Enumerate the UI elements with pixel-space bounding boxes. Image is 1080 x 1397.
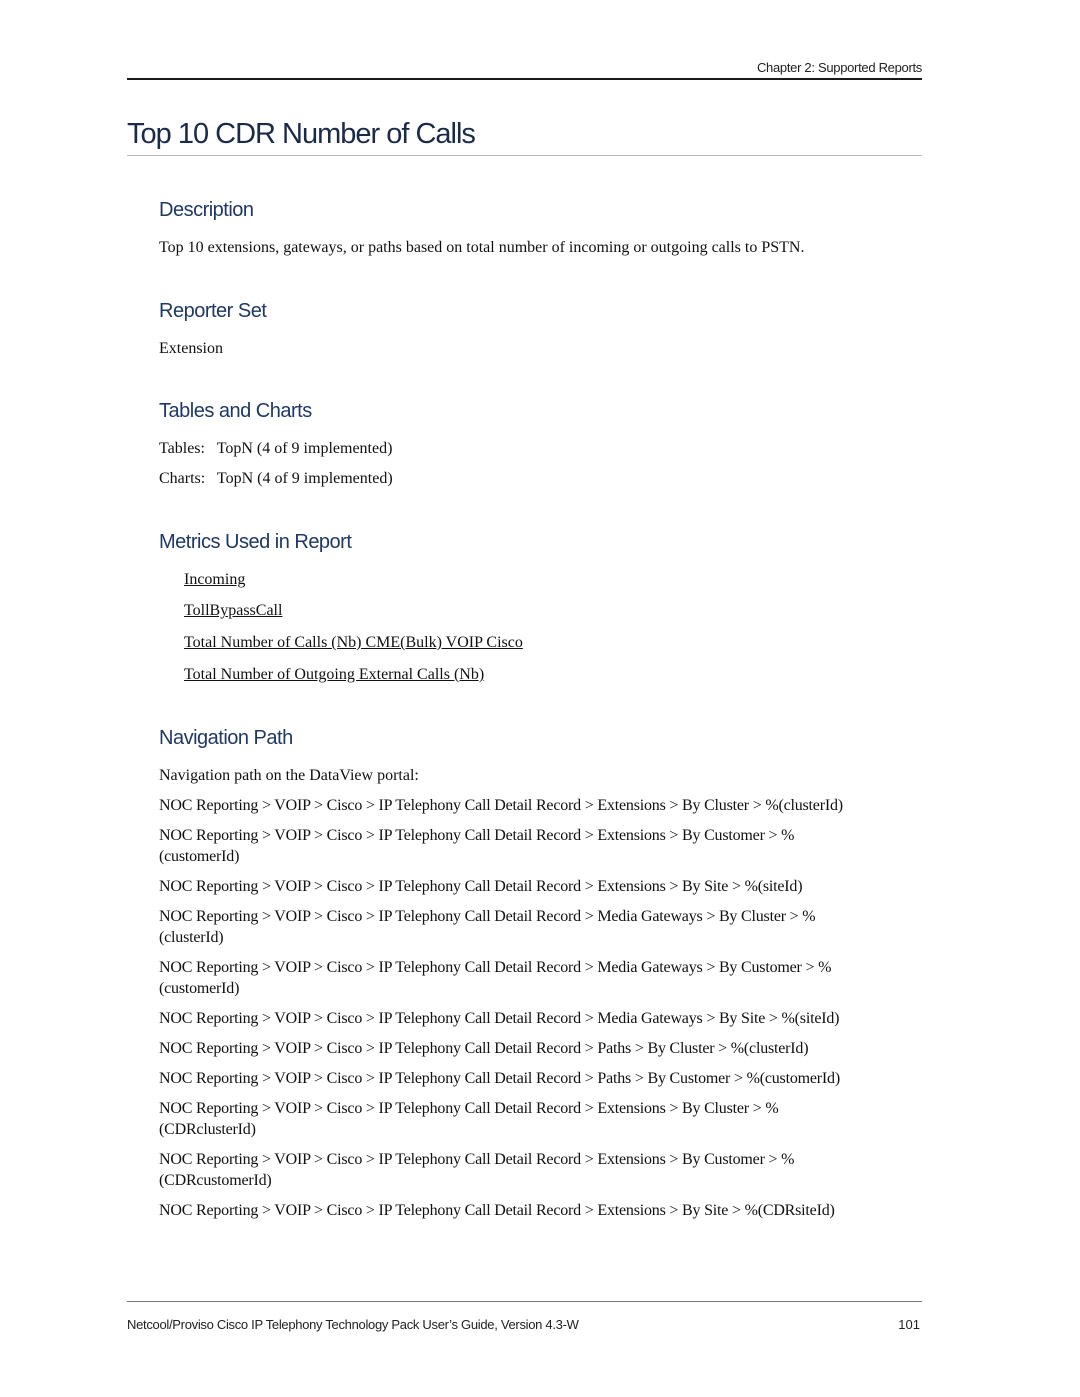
- navigation-heading: Navigation Path: [159, 727, 293, 749]
- tables-info: Tables: TopN (4 of 9 implemented): [159, 440, 393, 457]
- reporter-set-heading: Reporter Set: [159, 300, 267, 322]
- reporter-set-text: Extension: [159, 340, 223, 357]
- navigation-path: NOC Reporting > VOIP > Cisco > IP Teleph…: [159, 1010, 840, 1027]
- metric-link[interactable]: TollBypassCall: [184, 600, 282, 621]
- header-rule: [127, 78, 922, 80]
- navigation-path: NOC Reporting > VOIP > Cisco > IP Teleph…: [159, 1202, 835, 1219]
- navigation-path: NOC Reporting > VOIP > Cisco > IP Teleph…: [159, 908, 816, 946]
- footer-title: Netcool/Proviso Cisco IP Telephony Techn…: [127, 1317, 579, 1332]
- navigation-path: NOC Reporting > VOIP > Cisco > IP Teleph…: [159, 1151, 795, 1189]
- description-text: Top 10 extensions, gateways, or paths ba…: [159, 239, 805, 256]
- metrics-heading: Metrics Used in Report: [159, 531, 352, 553]
- footer-rule: [127, 1301, 922, 1302]
- tables-charts-heading: Tables and Charts: [159, 400, 312, 422]
- navigation-path: NOC Reporting > VOIP > Cisco > IP Teleph…: [159, 959, 832, 997]
- navigation-path: NOC Reporting > VOIP > Cisco > IP Teleph…: [159, 878, 803, 895]
- running-header: Chapter 2: Supported Reports: [756, 60, 922, 75]
- description-heading: Description: [159, 199, 254, 221]
- navigation-path: NOC Reporting > VOIP > Cisco > IP Teleph…: [159, 1040, 809, 1057]
- title-rule: [127, 155, 922, 156]
- charts-info: Charts: TopN (4 of 9 implemented): [159, 470, 393, 487]
- metric-link[interactable]: Total Number of Outgoing External Calls …: [184, 664, 484, 685]
- metric-link[interactable]: Total Number of Calls (Nb) CME(Bulk) VOI…: [184, 632, 523, 653]
- navigation-path: NOC Reporting > VOIP > Cisco > IP Teleph…: [159, 1100, 779, 1138]
- page-title: Top 10 CDR Number of Calls: [127, 118, 476, 150]
- metric-link[interactable]: Incoming: [184, 569, 245, 590]
- navigation-path: NOC Reporting > VOIP > Cisco > IP Teleph…: [159, 827, 795, 865]
- page-number: 101: [898, 1317, 920, 1332]
- navigation-path: NOC Reporting > VOIP > Cisco > IP Teleph…: [159, 1070, 840, 1087]
- navigation-intro: Navigation path on the DataView portal:: [159, 767, 419, 784]
- navigation-path: NOC Reporting > VOIP > Cisco > IP Teleph…: [159, 797, 843, 814]
